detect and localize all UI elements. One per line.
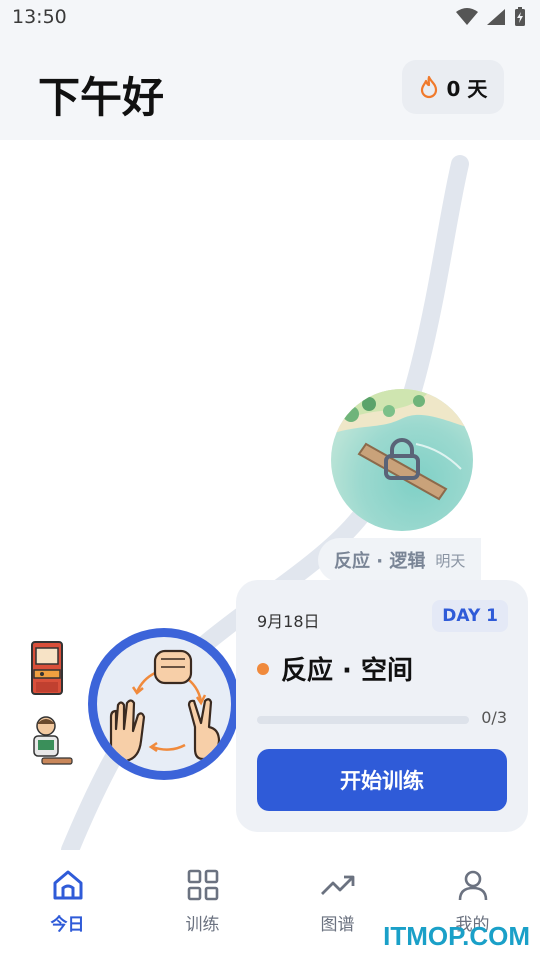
wifi-icon (456, 8, 478, 25)
start-training-button[interactable]: 开始训练 (257, 749, 507, 811)
status-icons (456, 7, 526, 27)
nav-label-today: 今日 (50, 915, 85, 935)
bottom-nav: 今日 训练 图谱 我的 ITMOP.COM (0, 850, 540, 960)
session-title-row: 反应 · 空间 (257, 650, 413, 687)
streak-badge[interactable]: 0 天 (402, 60, 504, 114)
grid-icon (187, 869, 218, 901)
home-icon (53, 870, 82, 900)
nav-item-today[interactable]: 今日 (0, 868, 135, 948)
rock-paper-scissors-icon (109, 649, 221, 763)
flame-icon (420, 75, 437, 99)
status-bar: 13:50 (0, 0, 540, 36)
next-session-when: 明天 (435, 551, 466, 570)
nav-label-training: 训练 (185, 915, 220, 935)
nav-label-graph: 图谱 (320, 915, 355, 935)
battery-icon (515, 7, 525, 26)
header: 下午好 0 天 (0, 36, 540, 140)
next-session-title: 反应 · 逻辑 (334, 551, 426, 572)
trend-icon (320, 875, 354, 895)
progress-bar (257, 716, 469, 724)
progress-text: 0/3 (481, 708, 507, 727)
session-date: 9月18日 (257, 612, 320, 631)
session-card[interactable]: 9月18日 DAY 1 反应 · 空间 0/3 开始训练 (236, 580, 528, 832)
lock-icon (384, 438, 420, 480)
user-icon (458, 870, 487, 901)
arcade-machine-icon (31, 641, 63, 695)
signal-icon (487, 9, 505, 25)
training-map: 反应 · 逻辑 明天 9月18日 DAY 1 反应 · 空间 0/3 开始训练 (0, 140, 540, 850)
status-time: 13:50 (12, 6, 67, 28)
nav-item-training[interactable]: 训练 (135, 868, 270, 948)
next-session-label: 反应 · 逻辑 明天 (318, 538, 482, 582)
watermark: ITMOP.COM (383, 921, 530, 951)
status-dot (257, 662, 269, 675)
day-badge: DAY 1 (432, 600, 508, 632)
greeting-title: 下午好 (38, 73, 165, 122)
current-node[interactable] (88, 628, 240, 780)
character-icon (33, 716, 73, 765)
session-title: 反应 · 空间 (281, 656, 413, 686)
current-node-inner (97, 637, 231, 771)
streak-value: 0 天 (446, 76, 488, 101)
